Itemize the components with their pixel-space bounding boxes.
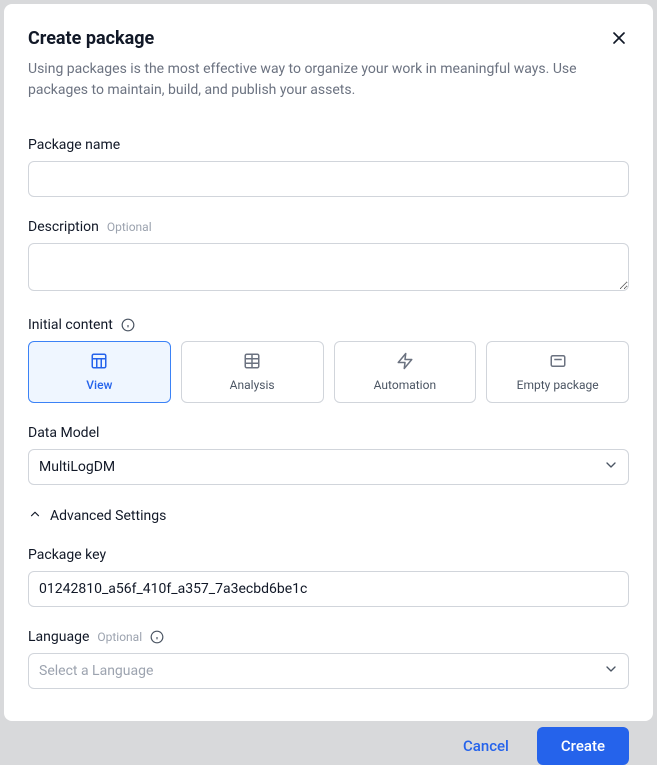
close-icon (609, 28, 629, 51)
initial-content-group: Initial content View Analysis (28, 317, 629, 403)
option-automation[interactable]: Automation (334, 341, 477, 403)
info-icon[interactable] (121, 318, 135, 332)
description-group: Description Optional (28, 219, 629, 295)
package-key-group: Package key (28, 547, 629, 607)
create-button[interactable]: Create (537, 727, 629, 765)
automation-icon (396, 352, 414, 370)
package-key-input[interactable] (28, 571, 629, 607)
language-group: Language Optional Select a Language (28, 629, 629, 689)
language-placeholder: Select a Language (39, 663, 153, 679)
description-input[interactable] (28, 243, 629, 291)
description-label: Description (28, 219, 99, 235)
chevron-up-icon (28, 507, 42, 525)
analysis-icon (243, 352, 261, 370)
create-package-dialog: Create package Using packages is the mos… (4, 4, 653, 721)
view-icon (90, 352, 108, 370)
package-name-group: Package name (28, 137, 629, 197)
option-empty-package[interactable]: Empty package (486, 341, 629, 403)
description-optional-tag: Optional (107, 220, 152, 234)
cancel-button[interactable]: Cancel (451, 729, 521, 763)
option-view-label: View (86, 378, 112, 392)
language-optional-tag: Optional (97, 630, 142, 644)
language-select[interactable]: Select a Language (28, 653, 629, 689)
dialog-subtitle: Using packages is the most effective way… (28, 59, 629, 101)
option-empty-label: Empty package (517, 378, 599, 392)
dialog-footer: Cancel Create (28, 711, 629, 765)
package-name-label: Package name (28, 137, 120, 153)
data-model-label: Data Model (28, 425, 99, 441)
initial-content-options: View Analysis Automation Empty package (28, 341, 629, 403)
initial-content-label: Initial content (28, 317, 113, 333)
close-button[interactable] (609, 28, 629, 51)
advanced-settings-toggle[interactable]: Advanced Settings (28, 507, 629, 525)
option-automation-label: Automation (374, 378, 436, 392)
option-analysis-label: Analysis (230, 378, 275, 392)
dialog-header: Create package (28, 28, 629, 51)
empty-package-icon (549, 352, 567, 370)
option-view[interactable]: View (28, 341, 171, 403)
advanced-settings-label: Advanced Settings (50, 508, 166, 524)
option-analysis[interactable]: Analysis (181, 341, 324, 403)
dialog-title: Create package (28, 28, 154, 49)
data-model-select[interactable]: MultiLogDM (28, 449, 629, 485)
data-model-value: MultiLogDM (39, 459, 115, 475)
package-key-label: Package key (28, 547, 106, 563)
data-model-group: Data Model MultiLogDM (28, 425, 629, 485)
info-icon[interactable] (150, 630, 164, 644)
language-label: Language (28, 629, 89, 645)
package-name-input[interactable] (28, 161, 629, 197)
